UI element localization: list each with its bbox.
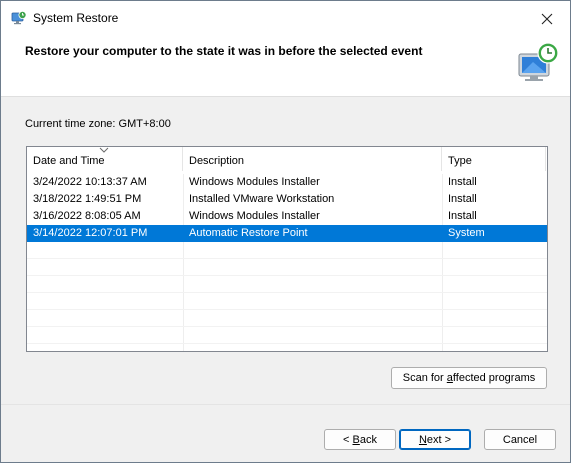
column-header-label: Date and Time	[33, 155, 105, 167]
cell-date-time: 3/16/2022 8:08:05 AM	[33, 210, 141, 222]
button-label-part: <	[343, 434, 353, 446]
column-header-label: Type	[448, 155, 472, 167]
cell-type: System	[448, 227, 485, 239]
button-label-part: ext >	[426, 434, 452, 446]
column-header-label: Description	[189, 155, 245, 167]
button-accelerator: B	[352, 434, 360, 446]
cell-type: Install	[448, 210, 477, 222]
page-heading: Restore your computer to the state it wa…	[25, 44, 423, 58]
column-header-description[interactable]: Description	[183, 147, 442, 171]
button-label-part: ack	[359, 434, 377, 446]
close-button[interactable]	[524, 1, 570, 36]
empty-row	[27, 293, 547, 310]
table-row[interactable]: 3/18/2022 1:49:51 PM Installed VMware Wo…	[27, 191, 547, 208]
monitor-clock-restore-icon	[518, 42, 559, 81]
system-restore-window: System Restore Restore your computer to …	[0, 0, 571, 463]
timezone-label: Current time zone: GMT+8:00	[25, 118, 171, 130]
cell-description: Windows Modules Installer	[189, 176, 320, 188]
close-icon	[541, 13, 553, 24]
cell-type: Install	[448, 193, 477, 205]
empty-row	[27, 259, 547, 276]
empty-row	[27, 242, 547, 259]
footer-divider	[1, 404, 570, 405]
scan-affected-programs-button[interactable]: Scan for affected programs	[391, 367, 547, 389]
restore-points-list[interactable]: Date and Time Description Type 3/24/2022…	[26, 146, 548, 352]
table-row-selected[interactable]: 3/14/2022 12:07:01 PM Automatic Restore …	[27, 225, 547, 242]
table-row[interactable]: 3/24/2022 10:13:37 AM Windows Modules In…	[27, 174, 547, 191]
cell-date-time: 3/18/2022 1:49:51 PM	[33, 193, 142, 205]
button-label-part: Scan for	[402, 372, 447, 384]
column-header-type[interactable]: Type	[442, 147, 546, 171]
cell-description: Automatic Restore Point	[189, 227, 308, 239]
cell-date-time: 3/24/2022 10:13:37 AM	[33, 176, 147, 188]
header-area: Restore your computer to the state it wa…	[1, 36, 570, 97]
table-body: 3/24/2022 10:13:37 AM Windows Modules In…	[27, 174, 547, 344]
empty-row	[27, 327, 547, 344]
next-button[interactable]: Next >	[399, 429, 471, 450]
back-button[interactable]: < Back	[324, 429, 396, 450]
table-row[interactable]: 3/16/2022 8:08:05 AM Windows Modules Ins…	[27, 208, 547, 225]
cell-date-time: 3/14/2022 12:07:01 PM	[33, 227, 148, 239]
window-title: System Restore	[33, 11, 119, 25]
button-label-part: ffected programs	[452, 372, 536, 384]
button-accelerator: N	[418, 434, 427, 446]
sort-descending-icon	[99, 147, 109, 153]
title-bar[interactable]: System Restore	[1, 1, 570, 36]
cell-type: Install	[448, 176, 477, 188]
cell-description: Installed VMware Workstation	[189, 193, 335, 205]
cell-description: Windows Modules Installer	[189, 210, 320, 222]
column-header-date-time[interactable]: Date and Time	[27, 147, 183, 171]
system-restore-icon	[11, 11, 27, 25]
column-header-row: Date and Time Description Type	[27, 147, 547, 171]
empty-row	[27, 310, 547, 327]
empty-row	[27, 276, 547, 293]
cancel-button[interactable]: Cancel	[484, 429, 556, 450]
